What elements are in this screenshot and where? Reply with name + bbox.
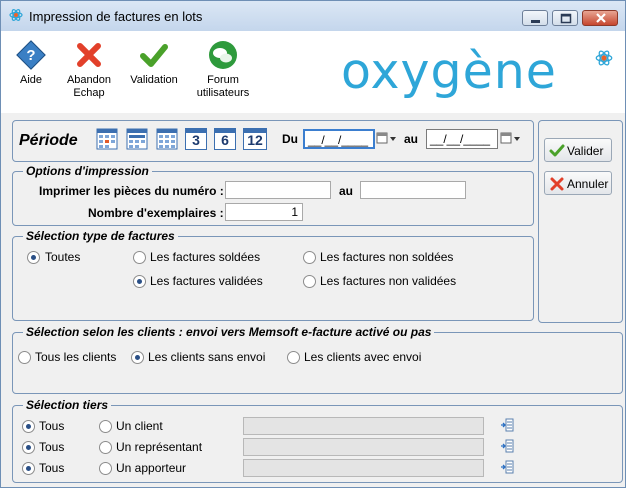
tiers-rep-single-radio[interactable] [99,441,112,454]
date-to-input[interactable]: __/__/____ [426,129,498,149]
tiers-client-input[interactable] [243,417,484,435]
types-legend: Sélection type de factures [23,229,178,243]
validation-button[interactable]: Validation [127,39,181,87]
calendar-day-icon[interactable] [96,128,118,150]
tiers-client-single-radio[interactable] [99,420,112,433]
window-title: Impression de factures en lots [29,9,203,24]
calendar-week-icon[interactable] [126,128,148,150]
copies-input[interactable]: 1 [225,203,303,221]
list-picker-icon[interactable] [500,439,514,453]
tiers-app-all-label: Tous [39,461,65,475]
type-validated-label: Les factures validées [150,274,263,288]
periode-label: Période [19,132,78,149]
type-paid-label: Les factures soldées [150,250,261,264]
checkmark-icon [549,144,565,157]
tiers-app-single-radio[interactable] [99,462,112,475]
clients-with-radio[interactable] [287,351,300,364]
type-all-radio[interactable] [27,251,40,264]
type-not-validated-label: Les factures non validées [320,274,457,288]
tiers-rep-input[interactable] [243,438,484,456]
piece-from-input[interactable] [225,181,331,199]
logo-atom-icon [595,50,613,66]
help-icon: ? [16,40,46,70]
clients-all-radio[interactable] [18,351,31,364]
forum-button[interactable]: Forum utilisateurs [193,39,253,100]
tiers-client-all-label: Tous [39,419,65,433]
maximize-icon [560,13,572,24]
du-label: Du [282,132,298,146]
date-to-picker-icon[interactable] [500,131,522,145]
minimize-icon [531,20,540,23]
window: Impression de factures en lots ? Aide Ab… [0,0,626,488]
clients-without-radio[interactable] [131,351,144,364]
tiers-client-single-label: Un client [116,419,163,433]
svg-text:?: ? [26,47,35,64]
clients-without-label: Les clients sans envoi [148,350,266,364]
piece-to-input[interactable] [360,181,466,199]
title-bar: Impression de factures en lots [1,1,625,31]
abandon-button[interactable]: Abandon Echap [61,39,117,100]
pieces-au-label: au [339,184,354,198]
date-from-picker-icon[interactable] [376,131,398,145]
checkmark-icon [140,44,168,67]
tiers-client-all-radio[interactable] [22,420,35,433]
tiers-rep-single-label: Un représentant [116,440,203,454]
toolbar: ? Aide Abandon Echap Validation Forum ut [1,31,625,113]
calendar-6-months-button[interactable]: 6 [214,128,236,150]
close-button[interactable] [582,10,618,26]
forum-chat-icon [209,41,237,69]
date-from-input[interactable]: __/__/____ [303,129,375,149]
type-unpaid-radio[interactable] [303,251,316,264]
maximize-button[interactable] [552,10,578,26]
clients-legend: Sélection selon les clients : envoi vers… [23,325,435,339]
cross-icon [550,177,564,191]
help-button[interactable]: ? Aide [11,39,51,87]
type-all-label: Toutes [45,250,81,264]
au-label: au [404,132,419,146]
app-atom-icon [9,9,23,21]
type-not-validated-radio[interactable] [303,275,316,288]
type-validated-radio[interactable] [133,275,146,288]
minimize-button[interactable] [522,10,548,26]
tiers-legend: Sélection tiers [23,398,112,412]
type-paid-radio[interactable] [133,251,146,264]
list-picker-icon[interactable] [500,460,514,474]
close-icon [596,13,606,23]
annuler-button[interactable]: Annuler [544,171,612,195]
options-legend: Options d'impression [23,164,152,178]
type-unpaid-label: Les factures non soldées [320,250,454,264]
cross-icon [77,43,101,67]
tiers-app-all-radio[interactable] [22,462,35,475]
clients-all-label: Tous les clients [35,350,117,364]
tiers-rep-all-label: Tous [39,440,65,454]
list-picker-icon[interactable] [500,418,514,432]
tiers-app-single-label: Un apporteur [116,461,187,475]
calendar-month-icon[interactable] [156,128,178,150]
tiers-rep-all-radio[interactable] [22,441,35,454]
calendar-12-months-button[interactable]: 12 [243,128,267,150]
clients-with-label: Les clients avec envoi [304,350,422,364]
copies-label: Nombre d'exemplaires : [88,206,224,220]
calendar-3-months-button[interactable]: 3 [185,128,207,150]
pieces-label: Imprimer les pièces du numéro : [39,184,224,198]
oxygene-logo: oxygène [341,43,613,109]
valider-button[interactable]: Valider [544,138,612,162]
tiers-app-input[interactable] [243,459,484,477]
